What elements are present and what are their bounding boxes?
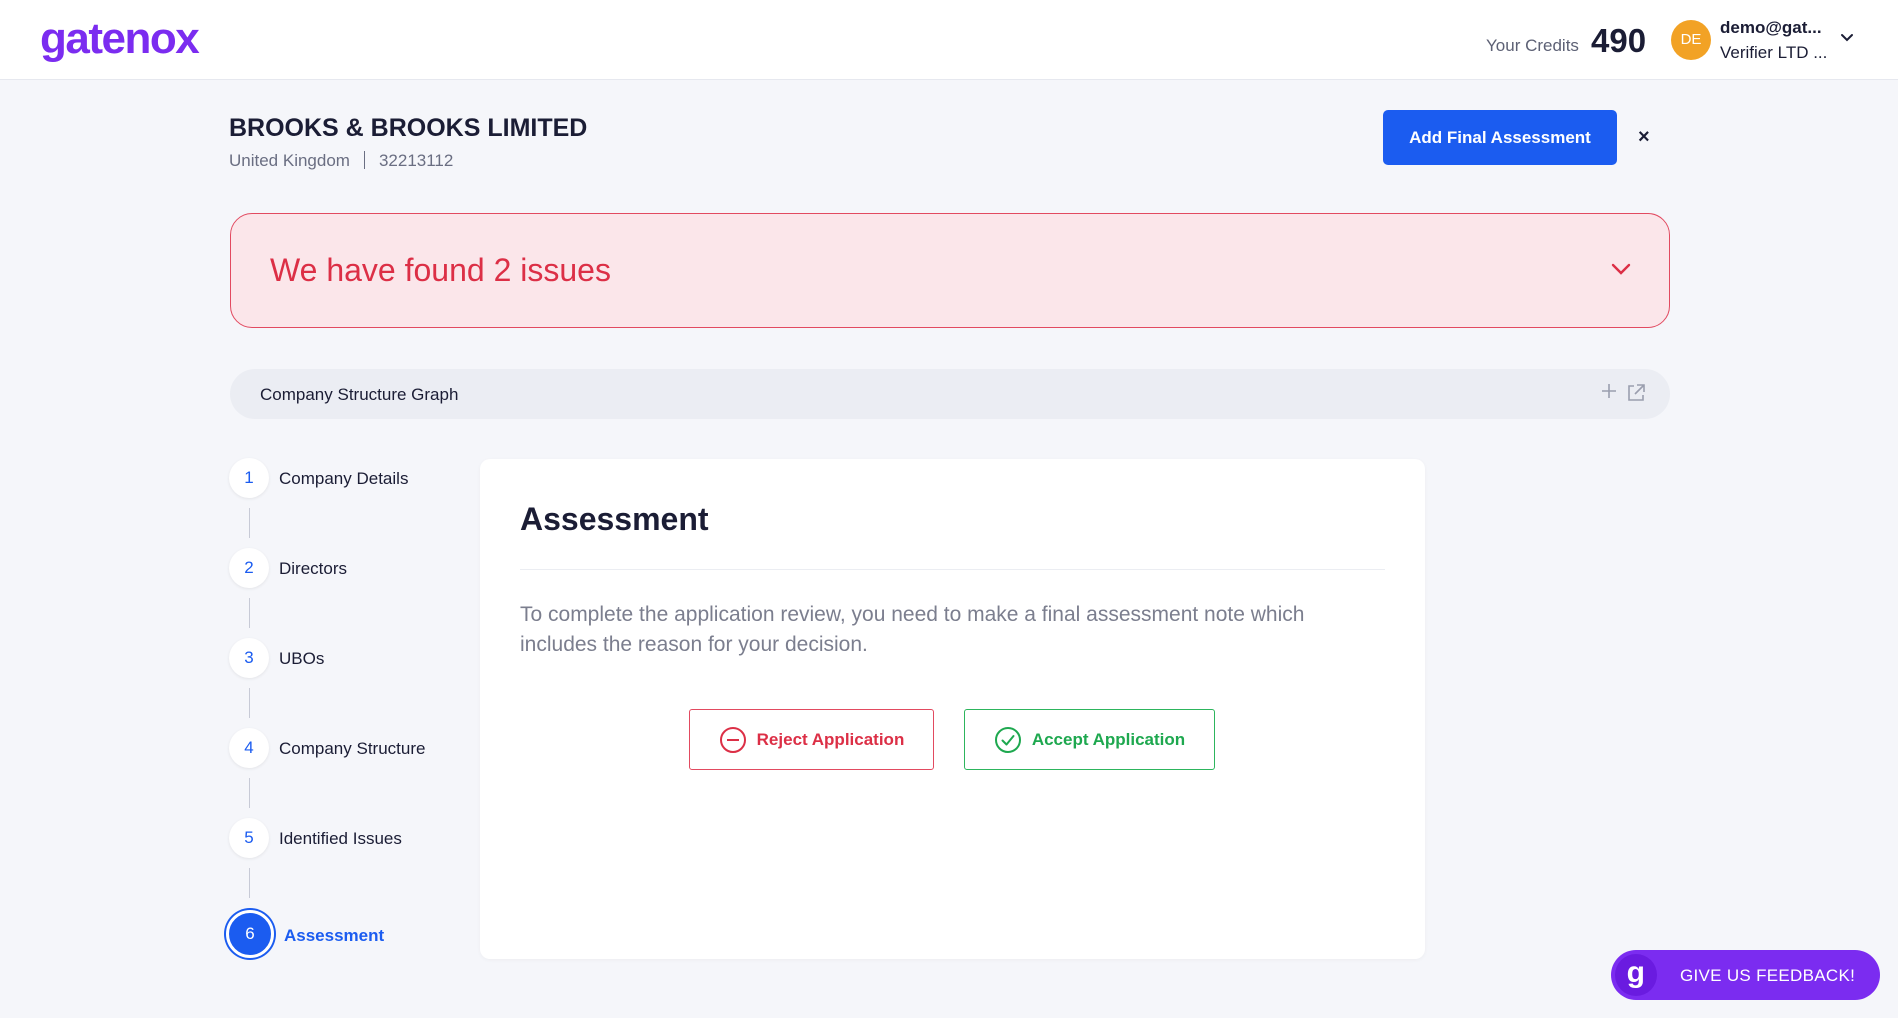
step-number: 1 [229,458,269,498]
step-connector [249,778,250,808]
meta-divider [363,151,365,169]
add-final-assessment-button[interactable]: Add Final Assessment [1383,110,1617,165]
company-number: 32213112 [378,151,454,170]
step-label: Directors [279,559,348,578]
accept-label: Accept Application [1031,729,1186,749]
divider [520,569,1385,570]
give-feedback-button[interactable]: g GIVE US FEEDBACK! [1611,950,1880,1000]
gatenox-g-icon: g [1615,954,1657,996]
accept-application-button[interactable]: Accept Application [964,709,1215,770]
step-connector [249,508,250,538]
issues-panel[interactable]: We have found 2 issues [230,213,1670,328]
user-organization[interactable]: Verifier LTD ... [1720,43,1827,63]
credits-value: 490 [1591,22,1647,59]
credits-label: Your Credits [1486,36,1579,55]
company-meta: United Kingdom 32213112 [229,151,453,171]
external-link-icon[interactable] [1626,383,1646,408]
company-country: United Kingdom [229,151,350,170]
reject-label: Reject Application [756,729,905,749]
step-label: Identified Issues [279,829,402,848]
gatenox-logo[interactable]: gatenox [40,14,200,64]
reject-application-button[interactable]: Reject Application [689,709,934,770]
company-structure-graph-bar[interactable]: Company Structure Graph [230,369,1670,419]
minus-circle-icon [719,726,746,753]
top-bar: gatenox Your Credits 490 DE demo@gat... … [0,0,1898,80]
plus-icon[interactable] [1600,382,1618,405]
assessment-description: To complete the application review, you … [520,603,1305,656]
step-label: Company Structure [279,739,426,758]
step-label: Assessment [284,926,385,945]
issues-chevron-down-icon[interactable] [1611,262,1631,280]
user-menu-chevron-down-icon[interactable] [1840,30,1854,48]
step-label: UBOs [279,649,325,668]
step-number: 2 [229,548,269,588]
step-number: 5 [229,818,269,858]
feedback-label: GIVE US FEEDBACK! [1680,966,1856,985]
company-name: BROOKS & BROOKS LIMITED [229,114,588,142]
graph-title: Company Structure Graph [260,385,459,404]
assessment-title: Assessment [520,501,709,537]
step-connector [249,598,250,628]
close-icon[interactable]: × [1638,126,1650,149]
issues-title: We have found 2 issues [270,252,611,288]
assessment-steps: 1 Company Details 2 Directors 3 UBOs 4 C… [226,458,459,978]
step-number: 3 [229,638,269,678]
step-connector [249,688,250,718]
user-email[interactable]: demo@gat... [1720,18,1822,38]
step-number: 4 [229,728,269,768]
avatar[interactable]: DE [1671,20,1711,60]
assessment-card: Assessment To complete the application r… [480,459,1425,959]
step-number: 6 [226,910,274,958]
step-label: Company Details [279,469,409,488]
step-connector [249,868,250,898]
check-circle-icon [994,726,1021,753]
